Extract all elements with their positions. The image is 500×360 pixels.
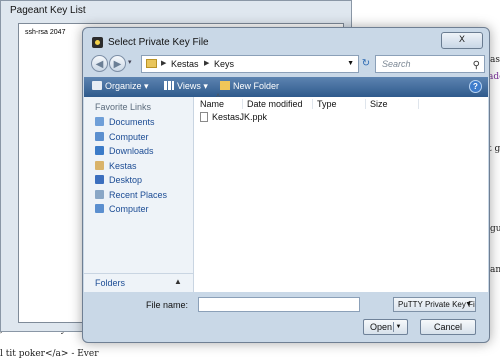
breadcrumb-separator-icon[interactable]: ▶ [204,59,209,67]
favorite-link-icon [95,131,104,141]
favorite-link-label: Computer [109,131,149,142]
column-divider[interactable] [365,99,366,109]
refresh-icon[interactable]: ↻ [359,55,373,73]
file-icon [200,112,208,122]
forward-button[interactable]: ▶ [109,55,126,72]
folder-icon [146,59,157,68]
chevron-down-icon[interactable]: ▼ [465,298,472,311]
column-size[interactable]: Size [370,99,388,109]
command-toolbar: Organize ▾ Views ▾ New Folder ? [84,77,488,97]
column-divider[interactable] [418,99,419,109]
favorite-link[interactable]: Kestas [95,160,137,171]
favorite-link[interactable]: Recent Places [95,189,168,200]
column-divider[interactable] [312,99,313,109]
new-folder-label: New Folder [233,81,280,91]
favorite-link[interactable]: Computer [95,204,149,214]
folders-toggle[interactable]: Folders ▲ [84,273,194,292]
navigation-pane: Favorite Links Documents Computer Download… [84,97,194,292]
file-type-filter[interactable]: PuTTY Private Key Files (*.pp ▼ [393,297,476,312]
views-button[interactable]: Views ▾ [164,81,208,92]
open-label: Open [370,322,393,332]
key-entry[interactable]: ssh-rsa 2047 [25,29,65,36]
breadcrumb-separator-icon[interactable]: ▶ [161,59,166,67]
breadcrumb-kestas[interactable]: Kestas [171,59,199,69]
address-dropdown-icon[interactable]: ▼ [347,60,354,67]
putty-key-icon [92,37,103,48]
sort-indicator-icon: ˄ [216,93,221,100]
column-divider[interactable] [242,99,243,109]
open-dropdown-icon[interactable]: ▼ [393,322,403,332]
new-folder-button[interactable]: New Folder [220,81,279,91]
search-input[interactable]: Search ⚲ [375,55,485,73]
favorite-link-icon [95,189,104,199]
file-name: KestasJK.ppk [212,112,268,122]
file-list[interactable]: Name ˄ Date modified Type Size KestasJK.… [194,93,488,292]
favorite-link-label: Recent Places [109,189,168,200]
pageant-title: Pageant Key List [10,5,86,16]
chevron-up-icon[interactable]: ▲ [174,277,182,286]
favorite-link[interactable]: Computer [95,131,149,142]
favorite-link-label: Desktop [109,175,143,185]
dialog-footer: File name: ▼ PuTTY Private Key Files (*.… [84,292,488,342]
favorite-link[interactable]: Documents [95,117,155,127]
favorite-link-icon [95,117,104,126]
favorite-links-header: Favorite Links [95,102,152,112]
views-label: Views ▾ [177,81,208,91]
close-button[interactable]: X [441,32,483,49]
favorite-link-label: Computer [109,204,149,214]
favorite-link-label: Documents [109,117,155,127]
favorite-link[interactable]: Downloads [95,146,154,156]
views-icon [164,81,174,90]
organize-button[interactable]: Organize ▾ [92,81,149,92]
background-text-fragment: l tit poker</a> - Ever [0,349,99,359]
column-date-modified[interactable]: Date modified [247,99,303,109]
column-type[interactable]: Type [317,99,337,109]
background-text-fragment: an [490,265,500,275]
background-text-fragment: as [490,55,500,65]
favorite-link-icon [95,146,104,155]
organize-label: Organize ▾ [105,81,149,91]
cancel-button[interactable]: Cancel [420,319,476,335]
favorite-link-icon [95,175,104,184]
search-icon[interactable]: ⚲ [473,58,480,74]
favorite-link[interactable]: Desktop [95,175,142,185]
background-text-fragment: gul [490,224,500,234]
search-placeholder: Search [382,59,411,69]
open-button[interactable]: Open ▼ [363,319,408,335]
file-name-label: File name: [146,300,189,310]
file-name-input[interactable]: ▼ [198,297,439,312]
dialog-title: Select Private Key File [108,37,209,48]
browser-content: Favorite Links Documents Computer Download… [84,93,488,292]
new-folder-icon [220,81,230,90]
help-icon[interactable]: ? [469,80,482,93]
organize-icon [92,81,102,90]
column-name[interactable]: Name [200,99,224,109]
back-button[interactable]: ◀ [91,55,108,72]
folders-label: Folders [95,278,126,288]
select-private-key-dialog: Select Private Key File X ◀ ▶ ▾ ▶ Kestas… [82,27,490,343]
history-dropdown-icon[interactable]: ▾ [128,58,132,66]
favorite-link-icon [95,204,104,213]
breadcrumb-keys[interactable]: Keys [214,59,234,69]
favorite-link-icon [95,160,104,170]
favorite-link-label: Downloads [109,146,154,156]
address-bar[interactable]: ▶ Kestas ▶ Keys ▼ [141,55,359,73]
favorite-link-label: Kestas [109,160,137,171]
file-item[interactable]: KestasJK.ppk [200,112,267,122]
